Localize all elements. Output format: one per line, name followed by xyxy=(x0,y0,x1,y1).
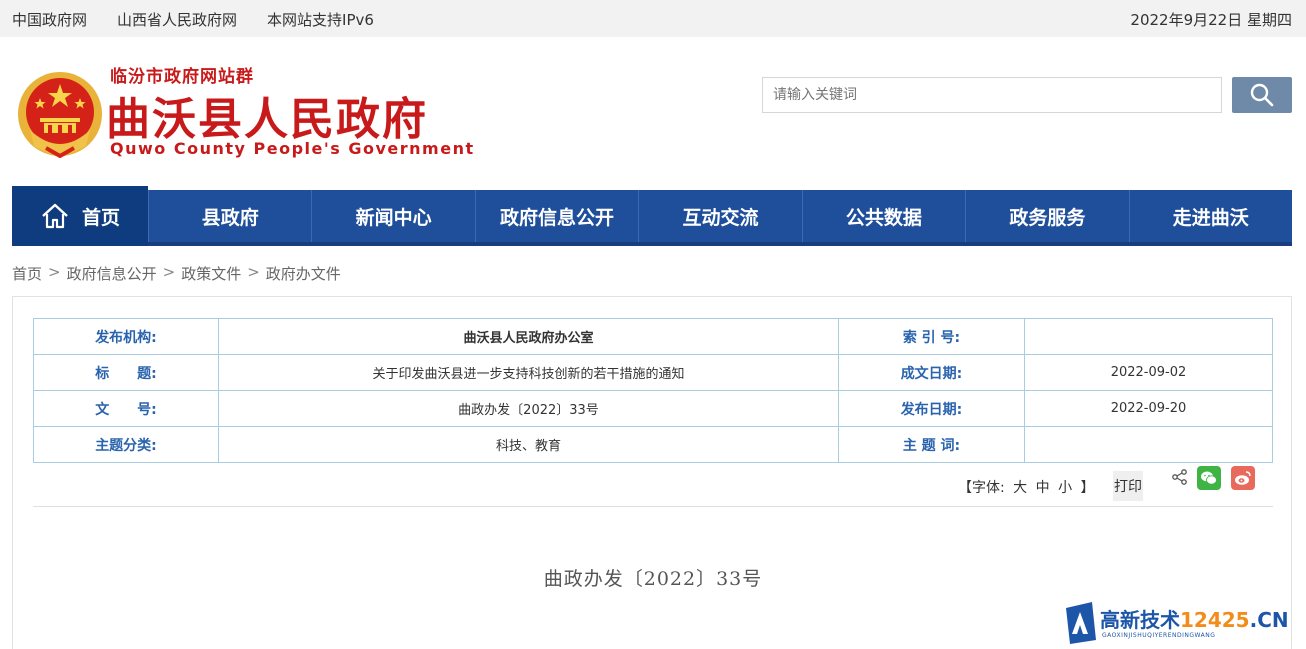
value-index-no xyxy=(1024,318,1273,355)
value-keywords xyxy=(1024,426,1273,463)
link-shanxi-gov[interactable]: 山西省人民政府网 xyxy=(117,9,237,30)
watermark-subtext: GAOXINJISHUQIYERENDINGWANG xyxy=(1102,632,1216,639)
table-row: 标 题: 关于印发曲沃县进一步支持科技创新的若干措施的通知 成文日期: 2022… xyxy=(33,354,1273,391)
document-number: 曲政办发〔2022〕33号 xyxy=(543,568,763,590)
label-topic-category: 主题分类: xyxy=(33,426,219,463)
watermark-text-num: 12425 xyxy=(1180,608,1250,632)
watermark: 高新技术12425.CN GAOXINJISHUQIYERENDINGWANG xyxy=(1062,598,1306,649)
nav-county-gov[interactable]: 县政府 xyxy=(148,190,311,242)
font-size-medium[interactable]: 中 xyxy=(1036,480,1050,496)
breadcrumb-separator: > xyxy=(247,263,260,281)
label-publisher: 发布机构: xyxy=(33,318,219,355)
nav-home[interactable]: 首页 xyxy=(12,186,148,246)
wechat-share-icon[interactable] xyxy=(1197,466,1221,490)
content-divider xyxy=(33,506,1273,507)
font-size-large[interactable]: 大 xyxy=(1013,480,1027,496)
nav-home-label: 首页 xyxy=(81,206,120,229)
breadcrumb-separator: > xyxy=(162,263,176,281)
font-size-control: 【字体: 大 中 小 】 xyxy=(956,477,1097,497)
home-icon xyxy=(42,203,68,229)
label-written-date: 成文日期: xyxy=(838,354,1025,391)
value-publish-date: 2022-09-20 xyxy=(1024,390,1273,427)
font-size-suffix: 】 xyxy=(1080,480,1095,496)
label-publish-date: 发布日期: xyxy=(838,390,1025,427)
watermark-text-main: 高新技术 xyxy=(1100,608,1180,632)
weibo-share-icon[interactable] xyxy=(1231,466,1255,490)
nav-gov-info[interactable]: 政府信息公开 xyxy=(474,190,638,242)
search-button[interactable] xyxy=(1232,77,1292,113)
breadcrumb-gov-info[interactable]: 政府信息公开 xyxy=(67,263,157,284)
content-panel: 发布机构: 曲沃县人民政府办公室 索 引 号: 标 题: 关于印发曲沃县进一步支… xyxy=(12,296,1292,649)
site-title: 曲沃县人民政府 xyxy=(106,94,428,145)
table-row: 发布机构: 曲沃县人民政府办公室 索 引 号: xyxy=(33,318,1273,355)
document-info-table: 发布机构: 曲沃县人民政府办公室 索 引 号: 标 题: 关于印发曲沃县进一步支… xyxy=(33,318,1273,463)
breadcrumb: 首页 > 政府信息公开 > 政策文件 > 政府办文件 xyxy=(12,263,341,284)
top-bar: 中国政府网 山西省人民政府网 本网站支持IPv6 2022年9月22日 星期四 xyxy=(0,0,1306,37)
table-row: 文 号: 曲政办发〔2022〕33号 发布日期: 2022-09-20 xyxy=(33,390,1273,427)
breadcrumb-separator: > xyxy=(48,263,61,281)
label-index-no: 索 引 号: xyxy=(838,318,1025,355)
breadcrumb-home[interactable]: 首页 xyxy=(12,263,42,284)
current-date: 2022年9月22日 星期四 xyxy=(1130,11,1292,29)
label-doc-number: 文 号: xyxy=(33,390,219,427)
value-publisher: 曲沃县人民政府办公室 xyxy=(218,318,839,355)
label-keywords: 主 题 词: xyxy=(838,426,1025,463)
value-doc-number: 曲政办发〔2022〕33号 xyxy=(218,390,839,427)
value-title: 关于印发曲沃县进一步支持科技创新的若干措施的通知 xyxy=(218,354,839,391)
site-title-en: Quwo County People's Government xyxy=(110,139,475,158)
label-title: 标 题: xyxy=(33,354,219,391)
search-icon xyxy=(1250,83,1274,107)
link-china-gov[interactable]: 中国政府网 xyxy=(12,9,87,30)
article-tools: 【字体: 大 中 小 】 打印 xyxy=(13,464,1293,504)
print-button[interactable]: 打印 xyxy=(1113,471,1143,501)
watermark-logo-icon xyxy=(1066,602,1096,644)
table-row: 主题分类: 科技、教育 主 题 词: xyxy=(33,426,1273,463)
main-nav: 首页 县政府 新闻中心 政府信息公开 互动交流 公共数据 政务服务 走进曲沃 xyxy=(12,186,1292,246)
top-links: 中国政府网 山西省人民政府网 本网站支持IPv6 xyxy=(12,9,404,30)
watermark-text: 高新技术12425.CN xyxy=(1100,604,1289,633)
national-emblem-icon xyxy=(18,72,102,158)
nav-news[interactable]: 新闻中心 xyxy=(311,190,474,242)
value-topic-category: 科技、教育 xyxy=(218,426,839,463)
nav-services[interactable]: 政务服务 xyxy=(965,190,1128,242)
share-icon[interactable] xyxy=(1171,468,1189,486)
ipv6-notice: 本网站支持IPv6 xyxy=(267,11,374,29)
nav-interaction[interactable]: 互动交流 xyxy=(638,190,801,242)
value-written-date: 2022-09-02 xyxy=(1024,354,1273,391)
font-size-prefix: 【字体: xyxy=(958,480,1005,496)
breadcrumb-policy[interactable]: 政策文件 xyxy=(181,263,241,284)
site-header: 临汾市政府网站群 曲沃县人民政府 Quwo County People's Go… xyxy=(0,37,1306,187)
watermark-text-domain: .CN xyxy=(1249,608,1289,632)
breadcrumb-office-docs[interactable]: 政府办文件 xyxy=(266,263,341,284)
nav-about-quwo[interactable]: 走进曲沃 xyxy=(1128,190,1292,242)
search-input[interactable] xyxy=(762,77,1222,113)
font-size-small[interactable]: 小 xyxy=(1058,480,1072,496)
nav-public-data[interactable]: 公共数据 xyxy=(801,190,965,242)
